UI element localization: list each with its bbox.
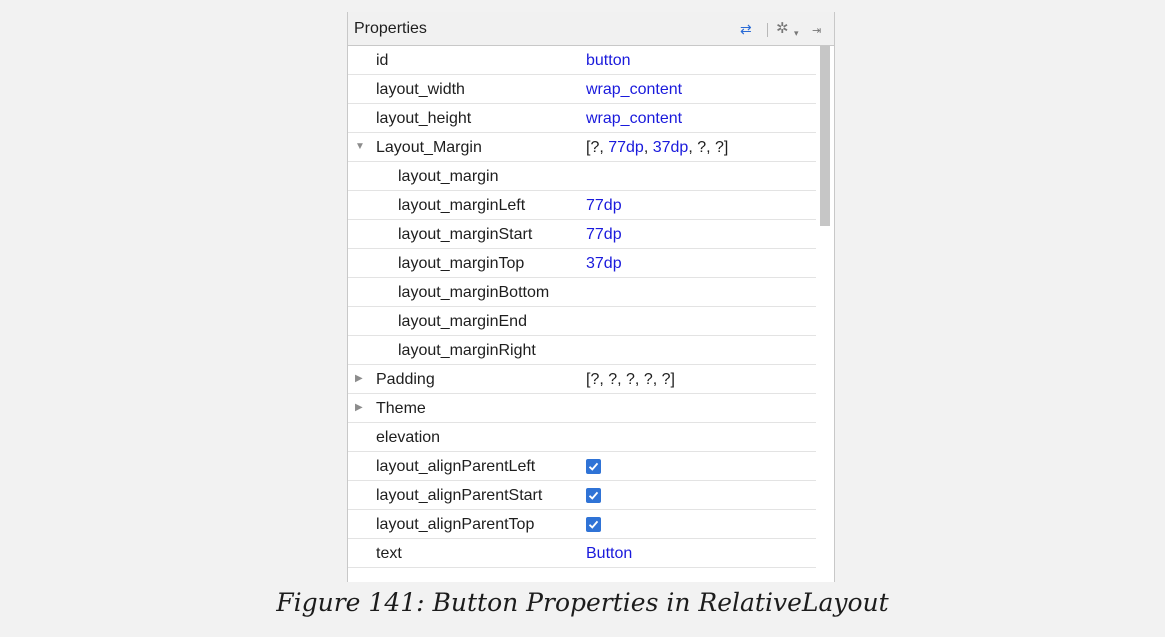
property-name: layout_marginEnd [398, 313, 527, 330]
property-name: elevation [376, 429, 441, 446]
checkmark-icon [588, 520, 599, 529]
property-name: layout_marginLeft [398, 197, 526, 214]
property-row-layout-margin-right[interactable]: layout_marginRight [348, 336, 816, 365]
property-row-layout-margin-left[interactable]: layout_marginLeft 77dp [348, 191, 816, 220]
property-row-theme-group[interactable]: ▶ Theme [348, 394, 816, 423]
value-part: 37dp [652, 139, 689, 156]
property-row-padding-group[interactable]: ▶ Padding [?, ?, ?, ?, ?] [348, 365, 816, 394]
property-row-id[interactable]: id button [348, 46, 816, 75]
property-value[interactable]: wrap_content [586, 81, 682, 99]
property-row-layout-margin-group[interactable]: ▼ Layout_Margin [?, 77dp, 37dp, ?, ?] [348, 133, 816, 162]
property-value[interactable]: Button [586, 545, 632, 563]
property-name: text [376, 545, 402, 562]
checkbox-checked[interactable] [586, 459, 601, 474]
checkbox-checked[interactable] [586, 517, 601, 532]
property-name: Padding [376, 371, 435, 388]
property-row-layout-margin-start[interactable]: layout_marginStart 77dp [348, 220, 816, 249]
property-name: Theme [376, 400, 426, 417]
property-name: layout_alignParentTop [376, 516, 535, 533]
property-row-layout-margin-top[interactable]: layout_marginTop 37dp [348, 249, 816, 278]
property-value[interactable]: 77dp [586, 197, 622, 215]
expand-triangle-right-icon[interactable]: ▶ [355, 374, 363, 384]
property-name: Layout_Margin [376, 139, 482, 156]
property-name: id [376, 52, 389, 69]
value-part: [?, [586, 139, 609, 156]
property-name: layout_marginTop [398, 255, 525, 272]
toolbar-separator [767, 23, 768, 37]
panel-title: Properties [354, 20, 427, 37]
figure-caption: Figure 141: Button Properties in Relativ… [276, 588, 889, 617]
property-row-align-parent-top[interactable]: layout_alignParentTop [348, 510, 816, 539]
property-name: layout_alignParentLeft [376, 458, 536, 475]
pin-icon[interactable]: ⇥ [812, 23, 821, 39]
property-name: layout_marginRight [398, 342, 536, 359]
property-list: id button layout_width wrap_content layo… [348, 46, 816, 568]
properties-panel: Properties ⇄ ✲ ▾ ⇥ id button layout_widt… [347, 12, 835, 582]
property-row-layout-height[interactable]: layout_height wrap_content [348, 104, 816, 133]
checkmark-icon [588, 491, 599, 500]
property-value[interactable]: 37dp [586, 255, 622, 273]
property-name: layout_marginBottom [398, 284, 550, 301]
checkmark-icon [588, 462, 599, 471]
property-row-align-parent-left[interactable]: layout_alignParentLeft [348, 452, 816, 481]
panel-header: Properties ⇄ ✲ ▾ ⇥ [348, 12, 834, 46]
property-row-layout-margin-bottom[interactable]: layout_marginBottom [348, 278, 816, 307]
property-name: layout_margin [398, 168, 499, 185]
property-row-elevation[interactable]: elevation [348, 423, 816, 452]
property-value[interactable]: button [586, 52, 630, 70]
scrollbar-thumb[interactable] [820, 46, 830, 226]
swap-arrows-icon[interactable]: ⇄ [740, 21, 752, 37]
value-part: , ?, ?] [688, 139, 729, 156]
expand-triangle-down-icon[interactable]: ▼ [355, 142, 365, 152]
chevron-down-icon[interactable]: ▾ [794, 25, 799, 41]
property-row-layout-width[interactable]: layout_width wrap_content [348, 75, 816, 104]
vertical-scrollbar[interactable] [816, 46, 834, 582]
property-row-text[interactable]: text Button [348, 539, 816, 568]
property-name: layout_height [376, 110, 472, 127]
property-row-layout-margin[interactable]: layout_margin [348, 162, 816, 191]
property-value[interactable]: [?, 77dp, 37dp, ?, ?] [586, 139, 728, 157]
checkbox-checked[interactable] [586, 488, 601, 503]
property-name: layout_marginStart [398, 226, 533, 243]
property-value[interactable]: [?, ?, ?, ?, ?] [586, 371, 675, 389]
expand-triangle-right-icon[interactable]: ▶ [355, 403, 363, 413]
property-name: layout_alignParentStart [376, 487, 543, 504]
property-row-layout-margin-end[interactable]: layout_marginEnd [348, 307, 816, 336]
gear-icon[interactable]: ✲ [776, 21, 789, 37]
property-value[interactable]: wrap_content [586, 110, 682, 128]
value-part: , [643, 139, 653, 156]
value-part: 77dp [608, 139, 644, 156]
property-value[interactable]: 77dp [586, 226, 622, 244]
property-name: layout_width [376, 81, 465, 98]
property-row-align-parent-start[interactable]: layout_alignParentStart [348, 481, 816, 510]
